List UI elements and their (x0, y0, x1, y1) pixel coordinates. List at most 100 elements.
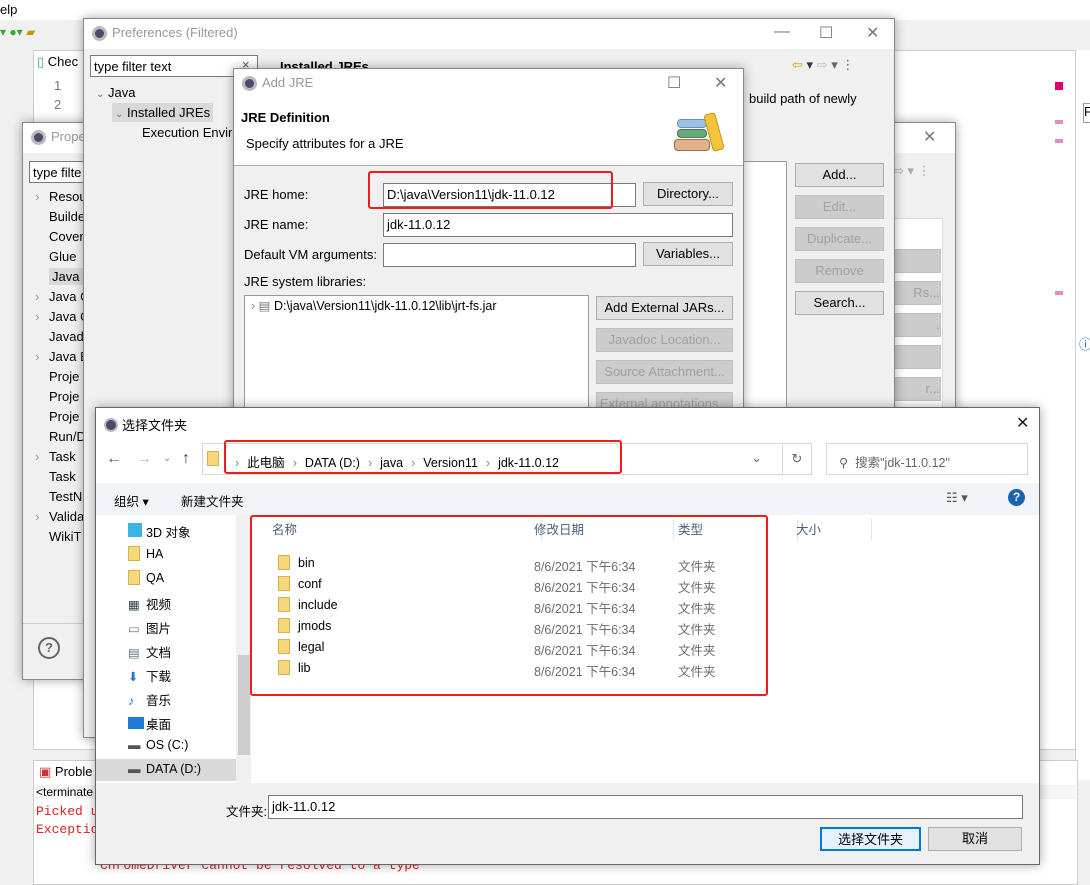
add-button[interactable]: Add... (795, 163, 884, 187)
properties-tree-item[interactable]: › Java C (35, 309, 89, 324)
properties-tree-item[interactable]: Proje (35, 369, 79, 384)
nav-item[interactable]: ▬ OS (C:) (96, 735, 236, 757)
breadcrumb-item[interactable]: DATA (D:) (305, 456, 360, 470)
maximize-button[interactable]: ☐ (819, 23, 833, 43)
properties-tree-item[interactable]: › Java E (35, 349, 89, 364)
edit-button[interactable]: Edit... (795, 195, 884, 219)
nav-item[interactable]: 桌面 (96, 711, 236, 733)
organize-menu[interactable]: 组织 ▾ (114, 491, 149, 510)
close-button[interactable]: ✕ (923, 127, 936, 147)
file-row[interactable]: bin 8/6/2021 下午6:34 文件夹 (256, 553, 776, 574)
help-icon[interactable]: ? (38, 637, 60, 659)
run-icon[interactable]: ▾ ●▾ (0, 25, 23, 39)
close-button[interactable]: ✕ (1016, 413, 1029, 433)
nav-scrollbar[interactable] (236, 515, 251, 783)
minimize-button[interactable]: — (774, 23, 790, 41)
file-row[interactable]: legal 8/6/2021 下午6:34 文件夹 (256, 637, 776, 658)
nav-arrows-icon[interactable]: ⇦ ▾ ⇨ ▾ ⋮ (792, 57, 854, 73)
menu-bar: elp (0, 0, 1090, 20)
breadcrumb-item[interactable]: jdk-11.0.12 (498, 456, 559, 470)
maximize-button[interactable]: ☐ (667, 73, 681, 93)
properties-tree-item[interactable]: TestN (35, 489, 82, 504)
back-button[interactable]: ← (106, 450, 122, 468)
breadcrumb-item[interactable]: Version11 (423, 456, 478, 470)
nav-item[interactable]: ♪ 音乐 (96, 687, 236, 709)
eclipse-icon (31, 130, 46, 145)
address-bar[interactable]: › 此电脑 › DATA (D:) › java › Version11 › jdk-11.0.1… (202, 443, 812, 475)
select-folder-button[interactable]: 选择文件夹 (820, 827, 921, 851)
breadcrumb-item[interactable]: 此电脑 (247, 456, 285, 470)
recent-dropdown[interactable]: ⌄ (163, 453, 171, 464)
properties-tree-item[interactable]: › Java C (35, 289, 89, 304)
forward-button[interactable]: → (136, 450, 152, 468)
javadoc-location-button[interactable]: Javadoc Location... (596, 328, 733, 352)
nav-item[interactable]: ▦ 视频 (96, 591, 236, 613)
up-button[interactable]: ↑ (182, 450, 190, 468)
file-row[interactable]: conf 8/6/2021 下午6:34 文件夹 (256, 574, 776, 595)
properties-tree-item[interactable]: Glue (35, 249, 76, 264)
tree-java[interactable]: ⌄ Java (96, 85, 135, 100)
header-title: JRE Definition (241, 110, 330, 125)
nav-item[interactable]: ▤ 文档 (96, 639, 236, 661)
jre-name-input[interactable]: jdk-11.0.12 (383, 213, 733, 237)
library-item[interactable]: › ▤ D:\java\Version11\jdk-11.0.12\lib\jr… (251, 298, 497, 313)
cancel-button[interactable]: 取消 (928, 827, 1022, 851)
column-date[interactable]: 修改日期 (534, 519, 674, 541)
properties-tree-item[interactable]: Proje (35, 389, 79, 404)
vm-args-input[interactable] (383, 243, 636, 267)
properties-tree-item[interactable]: › Valida (35, 509, 84, 524)
breadcrumb: › 此电脑 › DATA (D:) › java › Version11 › jdk-11.0.1… (227, 452, 559, 471)
column-name[interactable]: 名称 (272, 519, 542, 541)
properties-tree-item[interactable]: Run/D (35, 429, 86, 444)
folder-label: 文件夹: (226, 805, 267, 819)
variables-button[interactable]: Variables... (643, 242, 733, 266)
chevron-right-icon: › (411, 456, 416, 470)
search-button[interactable]: Search... (795, 291, 884, 315)
file-row[interactable]: include 8/6/2021 下午6:34 文件夹 (256, 595, 776, 616)
preferences-title: Preferences (Filtered) (84, 19, 894, 49)
properties-tree-item[interactable]: › Resou (35, 189, 87, 204)
tree-installed-jres[interactable]: ⌄ Installed JREs (112, 103, 214, 122)
close-button[interactable]: ✕ (714, 73, 727, 93)
view-options-icon[interactable]: ☷ ▾ (946, 490, 968, 506)
nav-item[interactable]: QA (96, 567, 236, 589)
source-attachment-button[interactable]: Source Attachment... (596, 360, 733, 384)
help-icon[interactable]: ? (1008, 489, 1025, 506)
problems-tab[interactable]: ▣ Proble (39, 764, 93, 780)
properties-tree-item[interactable]: WikiT (35, 529, 82, 544)
file-row[interactable]: jmods 8/6/2021 下午6:34 文件夹 (256, 616, 776, 637)
nav-item[interactable]: ▭ 图片 (96, 615, 236, 637)
nav-arrows-icon[interactable]: ⇨ ▾ ⋮ (893, 163, 931, 179)
new-folder-button[interactable]: 新建文件夹 (181, 491, 244, 510)
filter-field[interactable]: F (1083, 103, 1090, 123)
marker (1055, 120, 1063, 124)
properties-tree-item[interactable]: Builde (35, 209, 85, 224)
nav-item[interactable]: HA (96, 543, 236, 565)
folder-icon (278, 597, 290, 612)
properties-tree-item[interactable]: Proje (35, 409, 79, 424)
directory-button[interactable]: Directory... (643, 182, 733, 206)
file-row[interactable]: lib 8/6/2021 下午6:34 文件夹 (256, 658, 776, 679)
search-box[interactable]: ⚲ 搜索"jdk-11.0.12" (826, 443, 1028, 475)
duplicate-button[interactable]: Duplicate... (795, 227, 884, 251)
menu-help[interactable]: elp (0, 2, 17, 17)
properties-tree-item[interactable]: Javad (35, 329, 84, 344)
column-type[interactable]: 类型 (678, 519, 798, 541)
folder-input[interactable]: jdk-11.0.12 (268, 795, 1023, 819)
remove-button[interactable]: Remove (795, 259, 884, 283)
refresh-button[interactable]: ↻ (782, 443, 812, 475)
nav-item[interactable]: ⬇ 下载 (96, 663, 236, 685)
nav-item[interactable]: 3D 对象 (96, 519, 236, 541)
add-external-jars-button[interactable]: Add External JARs... (596, 296, 733, 320)
close-button[interactable]: ✕ (866, 23, 879, 43)
open-folder-icon[interactable]: ▰ (26, 25, 35, 39)
properties-tree-item[interactable]: Task (35, 469, 76, 484)
tree-execution-env[interactable]: Execution Enviro (142, 125, 240, 140)
properties-tree-item[interactable]: › Task (35, 449, 76, 464)
column-size[interactable]: 大小 (796, 519, 872, 541)
address-dropdown-icon[interactable]: ⌄ (751, 450, 762, 466)
properties-tree-item[interactable]: Cover (35, 229, 84, 244)
breadcrumb-item[interactable]: java (380, 456, 403, 470)
nav-item[interactable]: ▬ DATA (D:) (96, 759, 236, 781)
jre-home-input[interactable]: D:\java\Version11\jdk-11.0.12 (383, 183, 636, 207)
